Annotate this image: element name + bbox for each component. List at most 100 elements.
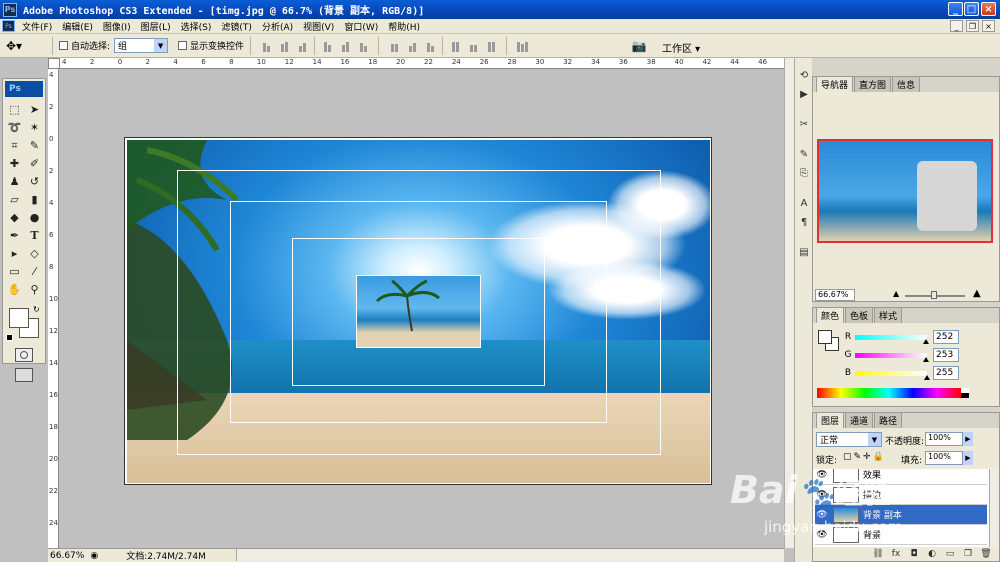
align-vcenter-icon[interactable] — [277, 40, 291, 52]
clone-source-icon[interactable]: ⎘ — [796, 165, 812, 181]
actions-panel-icon[interactable]: ▶ — [796, 86, 812, 102]
tab-channels[interactable]: 通道 — [845, 412, 874, 428]
ruler-corner[interactable] — [48, 58, 60, 69]
healing-brush-tool-icon[interactable]: ✚ — [5, 155, 24, 172]
type-tool-icon[interactable]: T — [25, 227, 44, 244]
layer-style-icon[interactable]: fx — [889, 548, 903, 560]
paragraph-panel-icon[interactable]: ¶ — [796, 214, 812, 230]
zoom-level[interactable]: 66.67% — [50, 551, 84, 561]
blur-tool-icon[interactable]: ◆ — [5, 209, 24, 226]
doc-minimize-button[interactable]: _ — [950, 20, 963, 32]
align-hcenter-icon[interactable] — [338, 40, 352, 52]
distribute-left-icon[interactable] — [448, 40, 462, 52]
menu-window[interactable]: 窗口(W) — [339, 20, 383, 33]
auto-select-dropdown[interactable]: 组 ▼ — [114, 38, 169, 53]
clone-stamp-tool-icon[interactable]: ♟ — [5, 173, 24, 190]
show-transform-checkbox[interactable] — [178, 41, 188, 50]
maximize-button[interactable]: □ — [964, 2, 979, 16]
tab-layers[interactable]: 图层 — [816, 412, 845, 428]
menu-view[interactable]: 视图(V) — [298, 20, 339, 33]
distribute-top-icon[interactable] — [387, 40, 401, 52]
doc-close-button[interactable]: × — [982, 20, 995, 32]
channel-value-field[interactable]: 252 — [933, 330, 959, 344]
minimize-button[interactable]: _ — [948, 2, 963, 16]
pen-tool-icon[interactable]: ✒ — [5, 227, 24, 244]
image-canvas[interactable] — [124, 137, 712, 485]
shape-tool-icon[interactable]: ◇ — [25, 245, 44, 262]
color-spectrum-bar[interactable] — [817, 388, 961, 398]
foreground-color-swatch[interactable] — [9, 308, 29, 328]
distribute-bottom-icon[interactable] — [423, 40, 437, 52]
hand-tool-icon[interactable]: ✋ — [5, 281, 24, 298]
notes-tool-icon[interactable]: ▭ — [5, 263, 24, 280]
blend-mode-dropdown[interactable]: 正常 ▼ — [816, 432, 882, 447]
align-right-icon[interactable] — [356, 40, 370, 52]
magic-wand-tool-icon[interactable]: ✶ — [25, 119, 44, 136]
tab-swatches[interactable]: 色板 — [845, 307, 874, 323]
zoom-in-icon[interactable]: ▲ — [973, 288, 981, 299]
fill-arrow-icon[interactable]: ▶ — [963, 451, 973, 465]
opacity-arrow-icon[interactable]: ▶ — [963, 432, 973, 446]
tab-paths[interactable]: 路径 — [874, 412, 903, 428]
menu-analysis[interactable]: 分析(A) — [257, 20, 298, 33]
zoom-out-icon[interactable]: ▲ — [893, 289, 899, 298]
menu-image[interactable]: 图像(I) — [98, 20, 136, 33]
color-picker-tool-icon[interactable]: ⁄ — [25, 263, 44, 280]
menu-layer[interactable]: 图层(L) — [136, 20, 176, 33]
tab-info[interactable]: 信息 — [892, 76, 921, 92]
history-panel-icon[interactable]: ⟲ — [796, 67, 812, 83]
navigator-thumbnail[interactable] — [817, 139, 993, 243]
dodge-tool-icon[interactable]: ● — [25, 209, 44, 226]
lasso-tool-icon[interactable]: ➰ — [5, 119, 24, 136]
navigator-zoom-field[interactable]: 66.67% — [815, 289, 855, 301]
menu-filter[interactable]: 滤镜(T) — [216, 20, 257, 33]
character-panel-icon[interactable]: A — [796, 195, 812, 211]
menu-file[interactable]: 文件(F) — [17, 20, 57, 33]
view-proxy-box[interactable] — [917, 161, 977, 231]
slider-thumb-icon[interactable] — [924, 374, 930, 380]
path-selection-tool-icon[interactable]: ▸ — [5, 245, 24, 262]
channel-slider[interactable] — [855, 370, 930, 380]
screen-mode-button[interactable] — [3, 368, 45, 382]
vertical-ruler[interactable]: 4 2 0 2 4 6 8 10 12 14 16 18 20 22 24 — [48, 69, 59, 549]
layers-scrollbar[interactable] — [989, 469, 999, 547]
eyedropper-tool-icon[interactable]: ✎ — [25, 137, 44, 154]
new-group-icon[interactable]: ▭ — [943, 548, 957, 560]
menu-edit[interactable]: 编辑(E) — [57, 20, 98, 33]
horizontal-ruler[interactable]: 4 2 0 2 4 6 8 10 12 14 16 18 20 22 24 26 28 30 32 34 36 38 40 4… — [60, 58, 784, 69]
menu-help[interactable]: 帮助(H) — [383, 20, 425, 33]
auto-align-icon[interactable] — [515, 40, 529, 52]
align-bottom-icon[interactable] — [295, 40, 309, 52]
slider-thumb-icon[interactable] — [923, 356, 930, 362]
fill-field[interactable]: 100% — [925, 451, 963, 465]
crop-tool-icon[interactable]: ⌗ — [5, 137, 24, 154]
close-button[interactable]: × — [981, 2, 996, 16]
channel-slider[interactable] — [855, 334, 930, 344]
brush-tool-icon[interactable]: ✐ — [25, 155, 44, 172]
auto-select-checkbox[interactable] — [59, 41, 68, 50]
file-browser-icon[interactable]: 📷 — [628, 38, 650, 54]
distribute-right-icon[interactable] — [484, 40, 498, 52]
eraser-tool-icon[interactable]: ▱ — [5, 191, 24, 208]
move-tool-icon[interactable]: ➤ — [25, 101, 44, 118]
new-layer-icon[interactable]: ❐ — [961, 548, 975, 560]
tab-color[interactable]: 颜色 — [816, 307, 845, 323]
tab-styles[interactable]: 样式 — [874, 307, 903, 323]
lock-icons[interactable]: ▢✎✛🔒 — [843, 452, 886, 462]
brushes-panel-icon[interactable]: ✎ — [796, 146, 812, 162]
history-brush-tool-icon[interactable]: ↺ — [25, 173, 44, 190]
zoom-tool-icon[interactable]: ⚲ — [25, 281, 44, 298]
color-foreground-swatch[interactable] — [818, 330, 832, 344]
menu-select[interactable]: 选择(S) — [176, 20, 217, 33]
marquee-tool-icon[interactable]: ⬚ — [5, 101, 24, 118]
delete-layer-icon[interactable]: 🗑 — [979, 548, 993, 560]
channel-value-field[interactable]: 255 — [933, 366, 959, 380]
distribute-vcenter-icon[interactable] — [405, 40, 419, 52]
tab-navigator[interactable]: 导航器 — [816, 76, 854, 92]
align-top-icon[interactable] — [259, 40, 273, 52]
layer-mask-icon[interactable]: ◘ — [907, 548, 921, 560]
align-left-icon[interactable] — [320, 40, 334, 52]
quick-mask-button[interactable] — [3, 348, 45, 362]
tab-histogram[interactable]: 直方图 — [854, 76, 892, 92]
tool-presets-icon[interactable]: ✂ — [796, 116, 812, 132]
